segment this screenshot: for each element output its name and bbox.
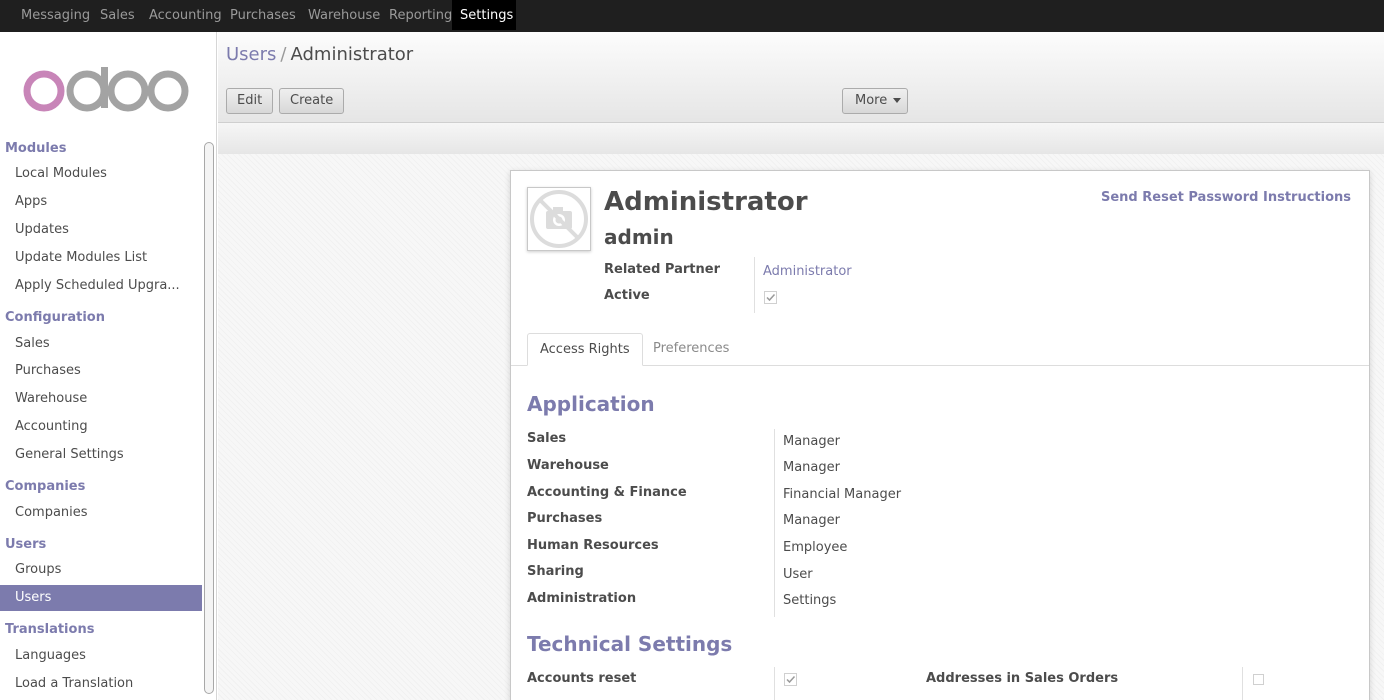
app-row-value: Settings bbox=[783, 593, 837, 608]
application-section-title: Application bbox=[527, 392, 655, 416]
app-row-label: Purchases bbox=[527, 511, 603, 526]
addresses-sales-orders-label: Addresses in Sales Orders bbox=[926, 671, 1119, 686]
sub-toolbar bbox=[218, 122, 1384, 154]
field-divider bbox=[754, 257, 755, 313]
sidebar-item-updates[interactable]: Updates bbox=[0, 217, 202, 243]
sidebar-item-purchases[interactable]: Purchases bbox=[0, 358, 202, 384]
related-partner-label: Related Partner bbox=[604, 262, 720, 277]
breadcrumb-users-link[interactable]: Users bbox=[226, 44, 276, 65]
sidebar-item-warehouse[interactable]: Warehouse bbox=[0, 386, 202, 412]
more-dropdown-button[interactable]: More bbox=[842, 88, 908, 114]
app-row-value: Manager bbox=[783, 460, 840, 475]
sidebar: odoo Modules Local Modules Apps Updates … bbox=[0, 32, 217, 700]
section-translations: Translations bbox=[5, 622, 95, 637]
active-checkbox[interactable] bbox=[764, 291, 777, 304]
menu-settings[interactable]: Settings bbox=[452, 0, 516, 30]
caret-down-icon bbox=[893, 98, 902, 103]
sidebar-item-languages[interactable]: Languages bbox=[0, 643, 202, 669]
user-name: Administrator bbox=[604, 187, 808, 217]
sidebar-item-apps[interactable]: Apps bbox=[0, 189, 202, 215]
menu-accounting[interactable]: Accounting bbox=[141, 0, 230, 30]
tab-access-rights[interactable]: Access Rights bbox=[527, 333, 643, 366]
form-tabs: Access Rights Preferences bbox=[511, 333, 1369, 366]
app-row-label: Human Resources bbox=[527, 538, 659, 553]
technical-divider bbox=[774, 667, 775, 700]
accounts-reset-checkbox[interactable] bbox=[784, 673, 797, 686]
active-label: Active bbox=[604, 288, 650, 303]
menu-purchases[interactable]: Purchases bbox=[222, 0, 304, 30]
menu-messaging[interactable]: Messaging bbox=[13, 0, 98, 30]
more-label: More bbox=[855, 93, 888, 108]
application-divider bbox=[774, 429, 775, 617]
related-partner-link[interactable]: Administrator bbox=[763, 264, 852, 279]
breadcrumb-current: Administrator bbox=[290, 44, 414, 65]
addresses-sales-orders-checkbox[interactable] bbox=[1253, 674, 1264, 685]
section-companies: Companies bbox=[5, 479, 86, 494]
menu-reporting[interactable]: Reporting bbox=[381, 0, 460, 30]
odoo-logo[interactable]: odoo bbox=[22, 67, 192, 115]
sidebar-item-companies[interactable]: Companies bbox=[0, 500, 202, 526]
technical-settings-title: Technical Settings bbox=[527, 632, 733, 656]
sidebar-item-sales[interactable]: Sales bbox=[0, 331, 202, 357]
menu-warehouse[interactable]: Warehouse bbox=[300, 0, 388, 30]
send-reset-password-link[interactable]: Send Reset Password Instructions bbox=[1101, 190, 1351, 205]
sidebar-item-update-modules-list[interactable]: Update Modules List bbox=[0, 245, 202, 271]
user-login: admin bbox=[604, 225, 674, 249]
section-users: Users bbox=[5, 537, 47, 552]
app-row-value: Financial Manager bbox=[783, 487, 902, 502]
app-row-value: Manager bbox=[783, 434, 840, 449]
sidebar-item-apply-upgrades[interactable]: Apply Scheduled Upgra... bbox=[0, 273, 202, 299]
sidebar-scrollbar[interactable] bbox=[204, 142, 214, 694]
sidebar-item-general-settings[interactable]: General Settings bbox=[0, 442, 202, 468]
breadcrumb-separator: / bbox=[280, 44, 287, 65]
app-row-label: Accounting & Finance bbox=[527, 485, 687, 500]
section-modules: Modules bbox=[5, 141, 67, 156]
sidebar-item-users[interactable]: Users bbox=[0, 585, 202, 611]
app-row-label: Sales bbox=[527, 431, 567, 446]
breadcrumb: Users / Administrator bbox=[226, 44, 413, 65]
app-row-label: Warehouse bbox=[527, 458, 609, 473]
sidebar-item-local-modules[interactable]: Local Modules bbox=[0, 161, 202, 187]
tab-preferences[interactable]: Preferences bbox=[641, 333, 741, 366]
edit-button[interactable]: Edit bbox=[226, 88, 274, 114]
technical-divider bbox=[1242, 667, 1243, 700]
app-row-label: Sharing bbox=[527, 564, 584, 579]
app-row-value: Manager bbox=[783, 513, 840, 528]
sidebar-item-accounting[interactable]: Accounting bbox=[0, 414, 202, 440]
no-photo-icon bbox=[530, 190, 588, 248]
app-row-value: User bbox=[783, 567, 813, 582]
sidebar-item-load-translation[interactable]: Load a Translation bbox=[0, 671, 202, 697]
user-avatar[interactable] bbox=[527, 187, 591, 251]
section-configuration: Configuration bbox=[5, 310, 105, 325]
top-menu-bar: Messaging Sales Accounting Purchases War… bbox=[0, 0, 1384, 32]
accounts-reset-label: Accounts reset bbox=[527, 671, 637, 686]
menu-sales[interactable]: Sales bbox=[92, 0, 143, 30]
app-row-value: Employee bbox=[783, 540, 848, 555]
create-button[interactable]: Create bbox=[279, 88, 345, 114]
sidebar-item-groups[interactable]: Groups bbox=[0, 557, 202, 583]
app-row-label: Administration bbox=[527, 591, 637, 606]
control-panel: Users / Administrator Edit Create More bbox=[218, 32, 1384, 154]
form-sheet: Administrator admin Send Reset Password … bbox=[510, 170, 1370, 700]
